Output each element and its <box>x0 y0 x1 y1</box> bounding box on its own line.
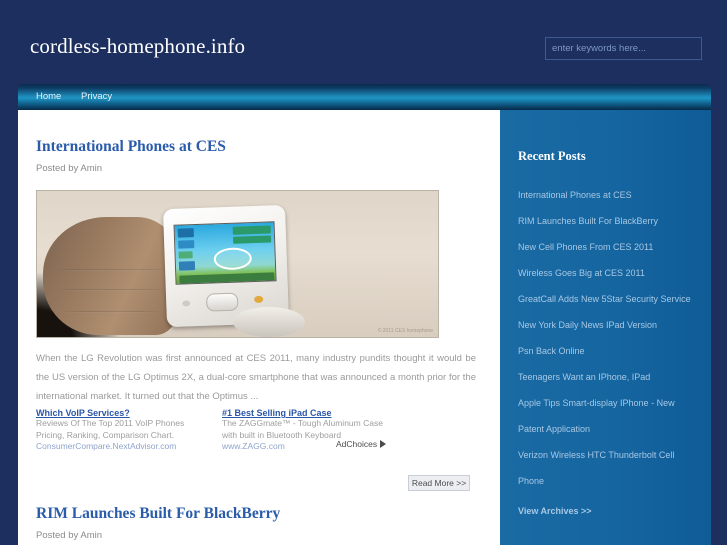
advertisement-block: Which VoIP Services? Reviews Of The Top … <box>36 408 476 454</box>
sidebar: Recent Posts International Phones at CES… <box>500 110 711 545</box>
phone-side-dot <box>254 295 264 304</box>
screen-tile <box>178 251 193 259</box>
finger-line <box>63 311 159 313</box>
adchoices-label: AdChoices <box>336 439 378 449</box>
hand-shape <box>43 217 181 335</box>
main-navigation: Home Privacy <box>18 84 711 110</box>
recent-posts-list: International Phones at CES RIM Launches… <box>518 182 700 494</box>
ad-url[interactable]: ConsumerCompare.NextAdvisor.com <box>36 441 226 453</box>
sidebar-item[interactable]: Psn Back Online <box>518 338 700 364</box>
post-meta: Posted by Amin <box>36 163 103 174</box>
image-watermark: © 2011 CES homephone <box>377 328 433 334</box>
nav-item-home[interactable]: Home <box>36 91 61 102</box>
ad-description-line: Reviews Of The Top 2011 VoIP Phones <box>36 418 185 428</box>
post-excerpt: When the LG Revolution was first announc… <box>36 353 476 402</box>
adchoices-triangle-icon <box>380 440 387 448</box>
screen-tile <box>177 228 194 238</box>
screen-bottom-bar <box>179 272 275 284</box>
view-archives-link[interactable]: View Archives >> <box>518 506 592 516</box>
sidebar-item[interactable]: New Cell Phones From CES 2011 <box>518 234 700 260</box>
sidebar-heading: Recent Posts <box>518 149 586 163</box>
sidebar-item[interactable]: International Phones at CES <box>518 182 700 208</box>
sidebar-item[interactable]: Wireless Goes Big at CES 2011 <box>518 260 700 286</box>
site-header: cordless-homephone.info <box>0 0 727 84</box>
finger-line <box>59 289 163 291</box>
sidebar-item[interactable]: New York Daily News IPad Version <box>518 312 700 338</box>
post-featured-image: © 2011 CES homephone <box>36 190 439 338</box>
page-root: cordless-homephone.info Home Privacy Int… <box>0 0 727 545</box>
ad-unit: Which VoIP Services? Reviews Of The Top … <box>36 408 226 453</box>
screen-ring-graphic <box>213 247 253 271</box>
nav-item-privacy[interactable]: Privacy <box>81 91 112 102</box>
screen-tile <box>178 240 195 249</box>
phone-side-dot <box>182 300 191 307</box>
sidebar-item[interactable]: Patent Application <box>518 416 700 442</box>
post-meta: Posted by Amin <box>36 530 103 541</box>
ad-description-line: Pricing, Ranking, Comparison Chart. <box>36 429 174 440</box>
adchoices-button[interactable]: AdChoices <box>336 439 387 449</box>
search-input[interactable] <box>545 37 702 60</box>
screen-tile <box>232 225 271 235</box>
sidebar-item[interactable]: GreatCall Adds New 5Star Security Servic… <box>518 286 700 312</box>
post-title[interactable]: International Phones at CES <box>36 138 226 156</box>
post-title[interactable]: RIM Launches Built For BlackBerry <box>36 505 280 523</box>
read-more-button[interactable]: Read More >> <box>408 475 470 491</box>
ad-description-line: The ZAGGmate™ - Tough Aluminum Case <box>222 418 383 428</box>
sidebar-item[interactable]: RIM Launches Built For BlackBerry <box>518 208 700 234</box>
ad-title[interactable]: #1 Best Selling iPad Case <box>222 408 412 418</box>
sidebar-item[interactable]: Apple Tips Smart-display IPhone - New <box>518 390 700 416</box>
sidebar-item[interactable]: Teenagers Want an IPhone, IPad <box>518 364 700 390</box>
screen-tile <box>232 235 272 244</box>
phone-stand <box>233 307 305 337</box>
phone-screen <box>173 221 277 285</box>
phone-home-button <box>205 292 239 312</box>
site-title: cordless-homephone.info <box>30 34 246 58</box>
sidebar-item[interactable]: Verizon Wireless HTC Thunderbolt Cell <box>518 442 700 468</box>
screen-tile <box>178 261 196 271</box>
finger-line <box>57 269 165 271</box>
main-content: International Phones at CES Posted by Am… <box>18 110 500 545</box>
sidebar-item[interactable]: Phone <box>518 468 700 494</box>
ad-title[interactable]: Which VoIP Services? <box>36 408 226 418</box>
